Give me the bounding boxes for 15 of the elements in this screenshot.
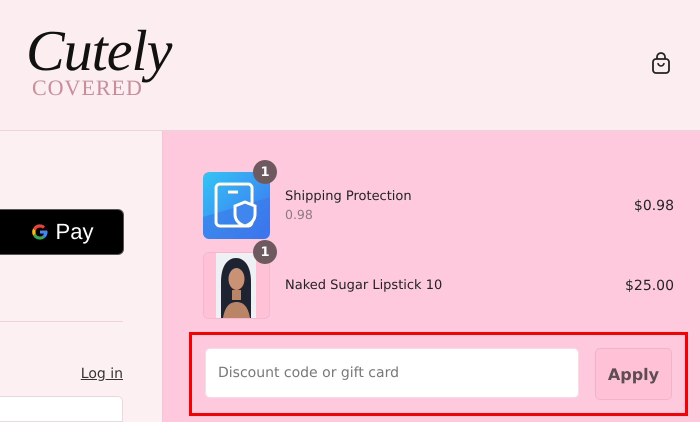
quantity-badge: 1 — [253, 160, 277, 184]
g-logo-icon — [30, 222, 50, 242]
logo-subtitle: COVERED — [32, 77, 143, 99]
product-price: $25.00 — [625, 278, 674, 294]
apply-button[interactable]: Apply — [595, 348, 672, 400]
product-name: Naked Sugar Lipstick 10 — [285, 278, 444, 293]
shopping-bag-icon[interactable] — [650, 51, 672, 75]
email-field[interactable] — [0, 396, 123, 422]
product-price: $0.98 — [634, 198, 674, 214]
google-pay-button[interactable]: Pay — [0, 209, 124, 255]
product-name: Shipping Protection — [285, 189, 413, 204]
product-variant: 0.98 — [285, 207, 314, 222]
login-link[interactable]: Log in — [80, 366, 123, 382]
quantity-badge: 1 — [253, 240, 277, 264]
discount-code-field[interactable]: Discount code or gift card — [205, 348, 579, 398]
